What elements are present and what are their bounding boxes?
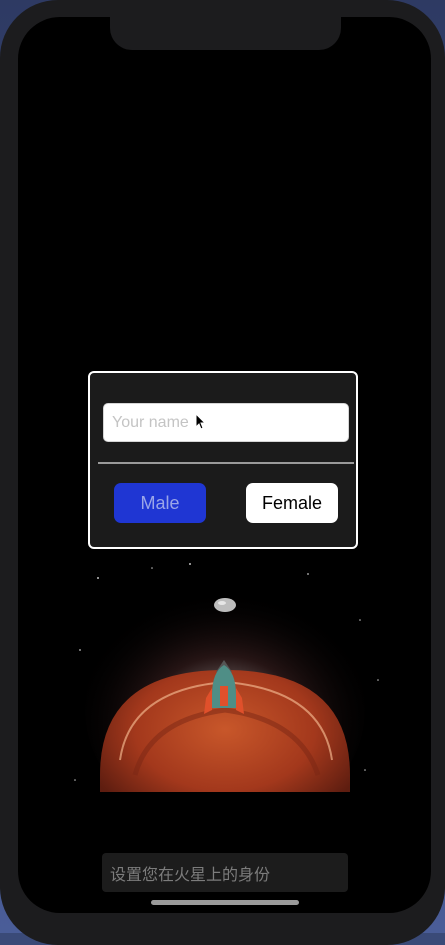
identity-hint-text: 设置您在火星上的身份 (110, 864, 271, 884)
female-button[interactable]: Female (246, 483, 338, 523)
divider (98, 462, 354, 464)
mars-scene (74, 563, 379, 840)
identity-dialog: Male Female (88, 371, 358, 549)
home-indicator[interactable] (151, 900, 299, 905)
identity-hint-field[interactable]: 设置您在火星上的身份 (102, 853, 348, 892)
cursor-icon (195, 413, 207, 430)
moon-icon (214, 598, 236, 612)
male-button[interactable]: Male (114, 483, 206, 523)
name-input[interactable] (103, 403, 349, 442)
notch (110, 17, 341, 50)
